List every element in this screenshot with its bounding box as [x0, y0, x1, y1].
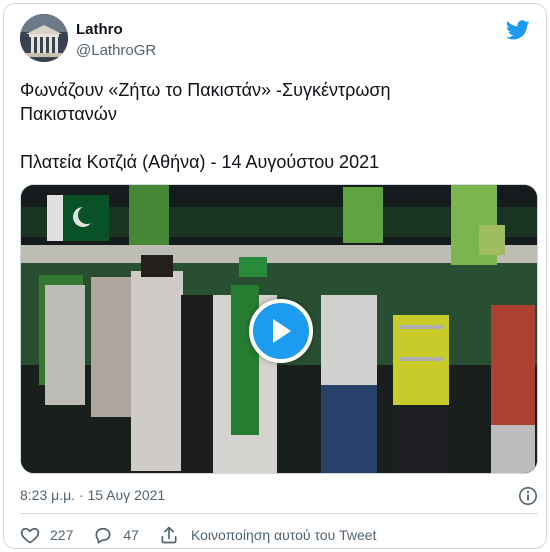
reply-count: 47 — [123, 527, 139, 543]
reply-bubble-icon — [95, 527, 111, 544]
tweet-text-line: Φωνάζουν «Ζήτω το Πακιστάν» -Συγκέντρωση — [20, 80, 391, 100]
info-icon[interactable] — [518, 486, 538, 506]
video-player[interactable] — [20, 184, 538, 474]
tweet-card[interactable]: Lathro @LathroGR Φωνάζουν «Ζήτω το Πακισ… — [3, 3, 547, 549]
author-block[interactable]: Lathro @LathroGR — [76, 20, 156, 60]
author-name[interactable]: Lathro — [76, 20, 156, 39]
action-bar: 227 47 Κοινοποίηση αυτού του Tweet — [20, 524, 396, 546]
play-button[interactable] — [249, 299, 313, 363]
twitter-bird-icon[interactable] — [505, 18, 530, 42]
heart-icon — [20, 527, 40, 544]
tweet-text-line: Πλατεία Κοτζιά (Αθήνα) - 14 Αυγούστου 20… — [20, 152, 380, 172]
like-count: 227 — [50, 527, 74, 543]
timestamp-link[interactable]: 8:23 μ.μ. · 15 Αυγ 2021 — [20, 487, 165, 503]
tweet-text: Φωνάζουν «Ζήτω το Πακιστάν» -Συγκέντρωση… — [20, 78, 530, 174]
tweet-text-line: Πακιστανών — [20, 104, 117, 124]
like-button[interactable]: 227 — [20, 525, 73, 545]
share-button[interactable]: Κοινοποίηση αυτού του Tweet — [159, 525, 377, 545]
reply-button[interactable]: 47 — [93, 525, 139, 545]
play-icon — [273, 319, 291, 343]
author-handle[interactable]: @LathroGR — [76, 41, 156, 60]
share-label: Κοινοποίηση αυτού του Tweet — [190, 527, 377, 543]
tweet-meta: 8:23 μ.μ. · 15 Αυγ 2021 — [20, 486, 538, 506]
tweet-text-spacer — [20, 126, 530, 150]
avatar[interactable] — [20, 14, 68, 62]
divider — [20, 513, 538, 514]
share-upload-icon — [161, 526, 177, 544]
